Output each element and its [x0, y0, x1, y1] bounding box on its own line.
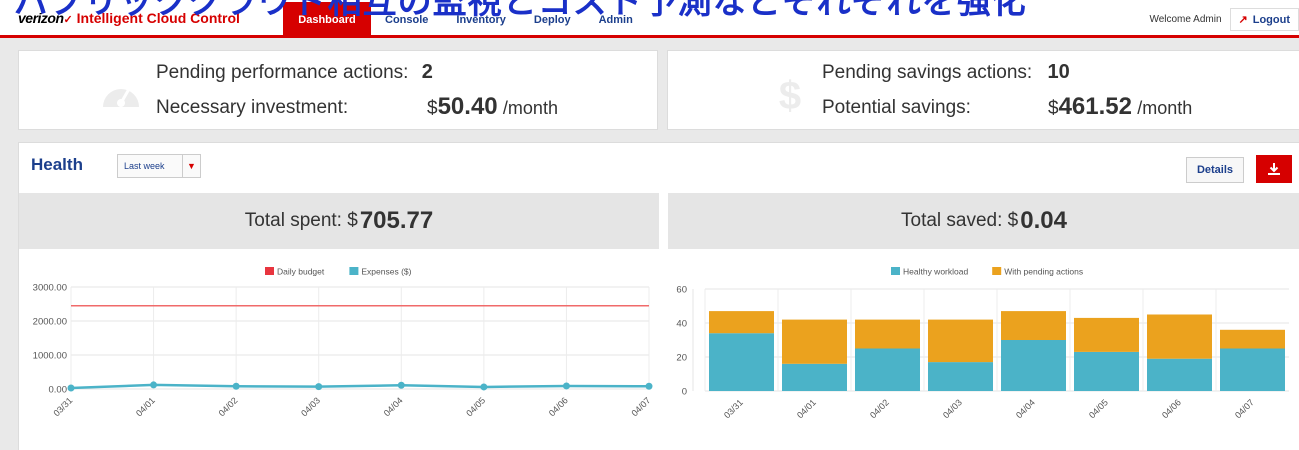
- investment-unit: /month: [502, 98, 558, 118]
- expenses-line: [70, 383, 650, 390]
- healthy-bar: [928, 362, 993, 391]
- y-tick-label: 0.00: [49, 385, 68, 396]
- savings-summary-card: $ Pending savings actions: 10 Potential …: [667, 50, 1299, 130]
- expenses-point: [232, 382, 240, 390]
- total-spent-box: Total spent: $705.77: [19, 193, 659, 249]
- pending-bar: [855, 319, 920, 349]
- chevron-down-icon: ▼: [182, 155, 200, 177]
- pending-bar: [709, 311, 774, 334]
- total-spent-label: Total spent: $: [244, 210, 358, 231]
- pending-bar: [1220, 329, 1285, 349]
- x-tick-label: 04/05: [464, 395, 487, 418]
- healthy-bar: [709, 333, 774, 391]
- dollar-icon: $: [779, 74, 801, 117]
- healthy-bar: [1001, 340, 1066, 391]
- necessary-investment-label: Necessary investment:: [156, 97, 349, 118]
- total-saved-label: Total saved: $: [901, 210, 1019, 231]
- legend-swatch: [265, 267, 274, 275]
- expenses-line-chart: Daily budget Expenses ($) 3000.00 2000.00 10…: [33, 267, 653, 418]
- x-tick-label: 04/01: [134, 395, 157, 418]
- x-tick-label: 04/07: [629, 395, 652, 418]
- expenses-point: [315, 383, 323, 391]
- details-button[interactable]: Details: [1186, 157, 1244, 183]
- x-tick-label: 04/01: [795, 397, 818, 420]
- expenses-point: [645, 382, 653, 390]
- y-tick-label: 2000.00: [33, 317, 67, 328]
- y-tick-label: 3000.00: [33, 283, 67, 294]
- pending-performance-label: Pending performance actions:: [156, 62, 409, 83]
- potential-savings-value: $461.52 /month: [1048, 93, 1192, 121]
- x-tick-label: 04/04: [382, 395, 405, 418]
- potential-savings-label: Potential savings:: [822, 97, 971, 118]
- pending-bar: [782, 319, 847, 364]
- expenses-point: [67, 384, 75, 392]
- healthy-bar: [782, 363, 847, 391]
- pending-savings-value: 10: [1047, 61, 1070, 83]
- x-tick-label: 04/02: [868, 397, 891, 420]
- health-title: Health: [31, 155, 83, 174]
- x-tick-label: 03/31: [51, 395, 74, 418]
- x-tick-label: 04/05: [1087, 397, 1110, 420]
- x-tick-label: 04/02: [217, 395, 240, 418]
- total-saved-value: 0.04: [1020, 207, 1067, 234]
- workload-bar-chart: Healthy workload With pending actions 60 40…: [676, 267, 1289, 420]
- y-tick-label: 0: [682, 387, 687, 398]
- y-tick-label: 40: [676, 319, 687, 330]
- savings-unit: /month: [1137, 98, 1193, 118]
- legend-label: Daily budget: [277, 267, 325, 277]
- x-tick-label: 04/07: [1233, 397, 1256, 420]
- x-tick-label: 04/06: [1160, 397, 1183, 420]
- healthy-bar: [1147, 358, 1212, 391]
- expenses-point: [480, 383, 488, 391]
- x-tick-label: 04/06: [547, 395, 570, 418]
- legend-label: Healthy workload: [903, 267, 968, 277]
- legend-swatch: [992, 267, 1002, 275]
- performance-summary-card: Pending performance actions: 2 Necessary…: [18, 50, 658, 130]
- expenses-point: [562, 382, 570, 390]
- health-panel: Health Last week ▼ Details Total spent: …: [18, 142, 1299, 450]
- pending-bar: [1147, 314, 1212, 359]
- healthy-bar: [855, 348, 920, 391]
- pending-bar: [1074, 317, 1139, 352]
- y-tick-label: 1000.00: [33, 351, 67, 362]
- legend-swatch: [891, 267, 900, 275]
- time-range-value: Last week: [124, 161, 165, 171]
- expenses-point: [397, 381, 405, 389]
- svg-text:$: $: [779, 74, 801, 117]
- pending-performance-value: 2: [421, 61, 433, 83]
- x-tick-label: 04/03: [941, 397, 964, 420]
- speedometer-icon: [103, 88, 139, 107]
- legend-label: Expenses ($): [361, 267, 411, 277]
- expenses-point: [150, 381, 158, 389]
- healthy-bar: [1220, 348, 1285, 391]
- total-spent-value: 705.77: [359, 207, 434, 234]
- pending-performance-row: Pending performance actions: 2: [156, 61, 433, 84]
- overlay-caption: パブリッククラウド相互の監視とコスト予測などそれぞれを強化: [14, 0, 1027, 20]
- currency-symbol: $: [427, 98, 438, 119]
- legend-label: With pending actions: [1004, 267, 1083, 277]
- download-icon: [1268, 163, 1280, 175]
- x-tick-label: 04/04: [1014, 397, 1037, 420]
- pending-savings-row: Pending savings actions: 10: [822, 61, 1070, 84]
- necessary-investment-value: $50.40 /month: [427, 93, 558, 121]
- savings-amount: 461.52: [1058, 93, 1132, 120]
- total-saved-box: Total saved: $0.04: [668, 193, 1299, 249]
- investment-amount: 50.40: [437, 93, 498, 120]
- legend-swatch: [349, 267, 359, 275]
- x-tick-label: 04/03: [299, 395, 322, 418]
- healthy-bar: [1074, 351, 1139, 391]
- x-tick-label: 03/31: [722, 397, 745, 420]
- pending-bar: [928, 319, 993, 363]
- pending-savings-label: Pending savings actions:: [822, 62, 1033, 83]
- y-tick-label: 60: [676, 285, 687, 296]
- pending-bar: [1001, 311, 1066, 340]
- y-tick-label: 20: [676, 353, 687, 364]
- currency-symbol: $: [1048, 98, 1059, 119]
- time-range-select[interactable]: Last week ▼: [117, 154, 201, 178]
- download-button[interactable]: [1256, 155, 1292, 183]
